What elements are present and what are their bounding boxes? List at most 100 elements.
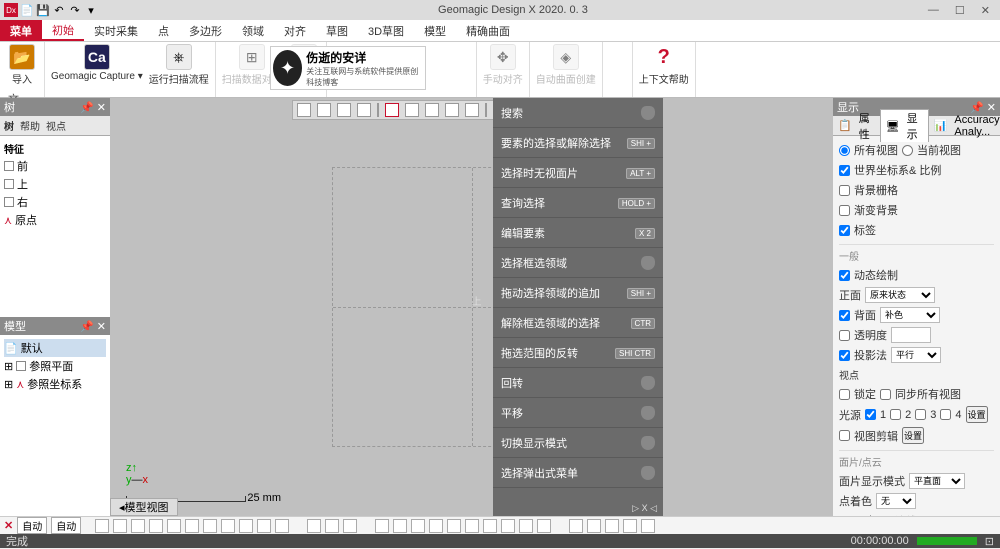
geomagic-capture-button[interactable]: CaGeomagic Capture ▾ bbox=[51, 44, 143, 86]
tab-viewpoint[interactable]: 视点 bbox=[46, 118, 66, 133]
sb-tool[interactable] bbox=[465, 519, 479, 533]
ctx-item[interactable]: 要素的选择或解除选择SHI + bbox=[493, 128, 663, 158]
close-button[interactable]: ✕ bbox=[981, 4, 990, 17]
ctx-item[interactable]: 平移 bbox=[493, 398, 663, 428]
context-help-button[interactable]: ?上下文帮助 bbox=[639, 44, 689, 86]
pin-icon[interactable]: 📌 ✕ bbox=[80, 101, 106, 114]
ctx-footer[interactable]: ▷ X ◁ bbox=[632, 503, 657, 514]
pin-icon[interactable]: 📌 ✕ bbox=[80, 320, 106, 333]
maximize-button[interactable]: ☐ bbox=[955, 4, 965, 17]
sb-tool[interactable] bbox=[131, 519, 145, 533]
footer-icon[interactable]: ⊡ bbox=[985, 535, 994, 548]
sel-mesh-display[interactable]: 平直面 bbox=[909, 473, 965, 489]
sb-auto-select2[interactable]: 自动 bbox=[51, 517, 81, 534]
sb-tool[interactable] bbox=[501, 519, 515, 533]
sb-tool[interactable] bbox=[307, 519, 321, 533]
sb-cancel-icon[interactable]: ✕ bbox=[4, 519, 13, 532]
ctx-item[interactable]: 拖选范围的反转SHI CTR bbox=[493, 338, 663, 368]
feature-tree[interactable]: 特征 前 上 右 ⋏原点 bbox=[0, 136, 110, 317]
sb-tool[interactable] bbox=[411, 519, 425, 533]
sb-tool[interactable] bbox=[257, 519, 271, 533]
ctx-item[interactable]: 选择框选领域 bbox=[493, 248, 663, 278]
sb-tool[interactable] bbox=[343, 519, 357, 533]
sb-tool[interactable] bbox=[605, 519, 619, 533]
ctx-item[interactable]: 拖动选择领域的追加SHI + bbox=[493, 278, 663, 308]
tab-align[interactable]: 对齐 bbox=[274, 20, 316, 41]
sb-tool[interactable] bbox=[325, 519, 339, 533]
model-tree[interactable]: 📄默认 ⊞参照平面 ⊞⋏参照坐标系 bbox=[0, 335, 110, 516]
sb-tool[interactable] bbox=[203, 519, 217, 533]
sb-tool[interactable] bbox=[375, 519, 389, 533]
clip-settings-button[interactable]: 设置 bbox=[902, 427, 924, 444]
tab-points[interactable]: 点 bbox=[148, 20, 179, 41]
main-menu-button[interactable]: 菜单 bbox=[0, 20, 42, 41]
tab-help[interactable]: 帮助 bbox=[20, 118, 40, 133]
import-button[interactable]: 📂导入 bbox=[6, 44, 38, 86]
ctx-item[interactable]: 切换显示模式 bbox=[493, 428, 663, 458]
ctx-item[interactable]: 选择弹出式菜单 bbox=[493, 458, 663, 488]
chk-world-cs[interactable] bbox=[839, 165, 850, 176]
minimize-button[interactable]: — bbox=[928, 4, 939, 17]
sb-tool[interactable] bbox=[641, 519, 655, 533]
tab-accuracy[interactable]: 📊Accuracy Analy... bbox=[929, 114, 1000, 138]
tab-polygon[interactable]: 多边形 bbox=[179, 20, 232, 41]
sb-tool[interactable] bbox=[537, 519, 551, 533]
sb-tool[interactable] bbox=[275, 519, 289, 533]
sb-tool[interactable] bbox=[587, 519, 601, 533]
ctx-item[interactable]: 回转 bbox=[493, 368, 663, 398]
sel-point-color[interactable]: 无 bbox=[876, 493, 916, 509]
chk-dynamic-draw[interactable] bbox=[839, 270, 850, 281]
tab-exact-surface[interactable]: 精确曲面 bbox=[456, 20, 520, 41]
sb-tool[interactable] bbox=[149, 519, 163, 533]
vp-tool[interactable] bbox=[445, 103, 459, 117]
radio-current-view[interactable] bbox=[902, 145, 913, 156]
tab-3dsketch[interactable]: 3D草图 bbox=[358, 20, 414, 41]
vp-tool[interactable] bbox=[405, 103, 419, 117]
vp-tool[interactable] bbox=[337, 103, 351, 117]
sb-tool[interactable] bbox=[167, 519, 181, 533]
chk-lock[interactable] bbox=[839, 389, 850, 400]
sb-auto-select[interactable]: 自动 bbox=[17, 517, 47, 534]
vp-tool[interactable] bbox=[385, 103, 399, 117]
sb-tool[interactable] bbox=[569, 519, 583, 533]
chk-sync[interactable] bbox=[880, 389, 891, 400]
viewport[interactable]: 右 上 前 z↑y—x 25 mm ◂模型视图 搜索 要素的选择或解除选择SHI… bbox=[110, 98, 833, 516]
vp-tool[interactable] bbox=[317, 103, 331, 117]
sb-tool[interactable] bbox=[519, 519, 533, 533]
sb-tool[interactable] bbox=[483, 519, 497, 533]
qat-icon[interactable]: ▾ bbox=[84, 3, 98, 17]
tab-model[interactable]: 模型 bbox=[414, 20, 456, 41]
sb-tool[interactable] bbox=[393, 519, 407, 533]
tab-region[interactable]: 领域 bbox=[232, 20, 274, 41]
qat-icon[interactable]: 💾 bbox=[36, 3, 50, 17]
ctx-item[interactable]: 选择时无视面片ALT + bbox=[493, 158, 663, 188]
sb-tool[interactable] bbox=[113, 519, 127, 533]
run-scan-process-button[interactable]: ⎈运行扫描流程 bbox=[149, 44, 209, 86]
sb-tool[interactable] bbox=[429, 519, 443, 533]
chk-projection[interactable] bbox=[839, 350, 850, 361]
sel-front[interactable]: 原来状态 bbox=[865, 287, 935, 303]
vp-tool[interactable] bbox=[465, 103, 479, 117]
qat-icon[interactable]: 📄 bbox=[20, 3, 34, 17]
vp-tool[interactable] bbox=[425, 103, 439, 117]
chk-labels[interactable] bbox=[839, 225, 850, 236]
sb-tool[interactable] bbox=[239, 519, 253, 533]
ctx-item[interactable]: 编辑要素X 2 bbox=[493, 218, 663, 248]
sb-tool[interactable] bbox=[95, 519, 109, 533]
chk-back[interactable] bbox=[839, 310, 850, 321]
chk-gradient-bg[interactable] bbox=[839, 205, 850, 216]
sel-projection[interactable]: 平行 bbox=[891, 347, 941, 363]
qat-icon[interactable]: ↶ bbox=[52, 3, 66, 17]
sb-tool[interactable] bbox=[447, 519, 461, 533]
chk-bg-grid[interactable] bbox=[839, 185, 850, 196]
tab-sketch[interactable]: 草图 bbox=[316, 20, 358, 41]
sb-tool[interactable] bbox=[623, 519, 637, 533]
pin-icon[interactable]: 📌 ✕ bbox=[970, 101, 996, 114]
tab-tree[interactable]: 树 bbox=[4, 118, 14, 133]
sb-tool[interactable] bbox=[185, 519, 199, 533]
ctx-item[interactable]: 解除框选领域的选择CTR bbox=[493, 308, 663, 338]
vp-tool[interactable] bbox=[297, 103, 311, 117]
tab-live-capture[interactable]: 实时采集 bbox=[84, 20, 148, 41]
tab-initial[interactable]: 初始 bbox=[42, 20, 84, 41]
radio-all-views[interactable] bbox=[839, 145, 850, 156]
